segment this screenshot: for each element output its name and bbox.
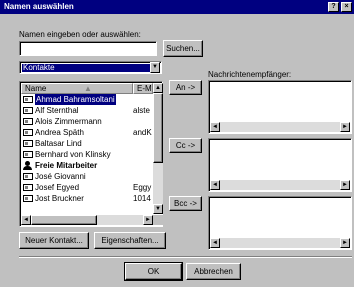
cancel-button[interactable]: Abbrechen [186,263,241,280]
scroll-right-icon[interactable]: ► [340,122,350,132]
bcc-recipients-list[interactable]: ◄ ► [208,196,352,250]
scroll-right-icon[interactable]: ► [340,180,350,190]
list-item[interactable]: Ahmad Bahramsoltani [21,94,154,105]
separator [19,256,352,258]
to-recipients-list[interactable]: ◄ ► [208,80,352,134]
search-button-label: Suchen... [166,44,200,53]
contact-card-icon [23,96,33,103]
scroll-left-icon[interactable]: ◄ [210,122,220,132]
window-title: Namen auswählen [4,2,74,11]
scroll-up-icon[interactable]: ▲ [153,83,163,93]
column-header-name[interactable]: Name ▲ [21,83,133,94]
cc-button[interactable]: Cc -> [169,138,202,153]
scroll-right-icon[interactable]: ► [143,215,153,225]
ok-button[interactable]: OK [124,262,183,281]
scroll-left-icon[interactable]: ◄ [210,238,220,248]
contact-card-icon [23,151,33,158]
contact-card-icon [23,173,33,180]
to-button[interactable]: An -> [169,80,202,95]
list-item[interactable]: Jost Bruckner 1014 [21,193,154,204]
dropdown-arrow-icon[interactable]: ▼ [150,62,160,73]
contact-card-icon [23,107,33,114]
to-button-label: An -> [175,83,196,92]
list-item[interactable]: Alois Zimmermann [21,116,154,127]
sort-arrow-icon: ▲ [84,84,92,93]
list-item[interactable]: Josef Egyed Eggy [21,182,154,193]
list-item[interactable]: Freie Mitarbeiter [21,160,154,171]
cc-button-label: Cc -> [175,141,196,150]
scroll-right-icon[interactable]: ► [340,238,350,248]
list-item[interactable]: Alf Sternthal alste [21,105,154,116]
contact-card-icon [23,184,33,191]
contacts-list[interactable]: Name ▲ E-Ma Ahmad Bahramsoltani Alf Ster… [19,81,163,227]
recipients-label: Nachrichtenempfänger: [208,70,292,79]
list-item[interactable]: José Giovanni [21,171,154,182]
address-book-dropdown[interactable]: Kontakte ▼ [19,61,162,74]
contacts-rows: Ahmad Bahramsoltani Alf Sternthal alste … [21,94,154,214]
ok-button-label: OK [147,267,160,276]
scroll-left-icon[interactable]: ◄ [210,180,220,190]
to-horizontal-scrollbar[interactable]: ◄ ► [210,122,350,132]
search-input[interactable] [19,41,157,56]
list-item[interactable]: Baltasar Lind [21,138,154,149]
column-header-email[interactable]: E-Ma [133,83,153,94]
column-header-name-label: Name [25,84,47,93]
bcc-button[interactable]: Bcc -> [169,196,202,211]
vertical-scrollbar[interactable]: ▲ ▼ [153,83,163,214]
contact-card-icon [23,195,33,202]
contact-card-icon [23,129,33,136]
close-button[interactable]: × [341,2,352,12]
address-book-selected: Kontakte [22,64,150,72]
title-bar[interactable]: Namen auswählen ? × [0,0,354,14]
help-button[interactable]: ? [328,2,339,12]
cc-recipients-list[interactable]: ◄ ► [208,138,352,192]
list-item[interactable]: Bernhard von Klinsky [21,149,154,160]
new-contact-label: Neuer Kontakt... [25,236,83,245]
group-icon [23,161,33,170]
search-label: Namen eingeben oder auswählen: [19,30,141,39]
bcc-horizontal-scrollbar[interactable]: ◄ ► [210,238,350,248]
contact-card-icon [23,118,33,125]
cancel-button-label: Abbrechen [194,267,233,276]
new-contact-button[interactable]: Neuer Kontakt... [19,232,89,249]
scroll-down-icon[interactable]: ▼ [153,204,163,214]
scroll-left-icon[interactable]: ◄ [21,215,31,225]
contact-card-icon [23,140,33,147]
properties-button[interactable]: Eigenschaften... [94,232,166,249]
properties-label: Eigenschaften... [101,236,159,245]
horizontal-scrollbar[interactable]: ◄ ► [21,215,153,225]
bcc-button-label: Bcc -> [174,199,197,208]
cc-horizontal-scrollbar[interactable]: ◄ ► [210,180,350,190]
scroll-thumb[interactable] [153,93,163,163]
scrollbar-corner [153,215,163,225]
search-button[interactable]: Suchen... [163,40,203,57]
list-item[interactable]: Andrea Späth andK [21,127,154,138]
scroll-thumb-horizontal[interactable] [31,215,97,225]
